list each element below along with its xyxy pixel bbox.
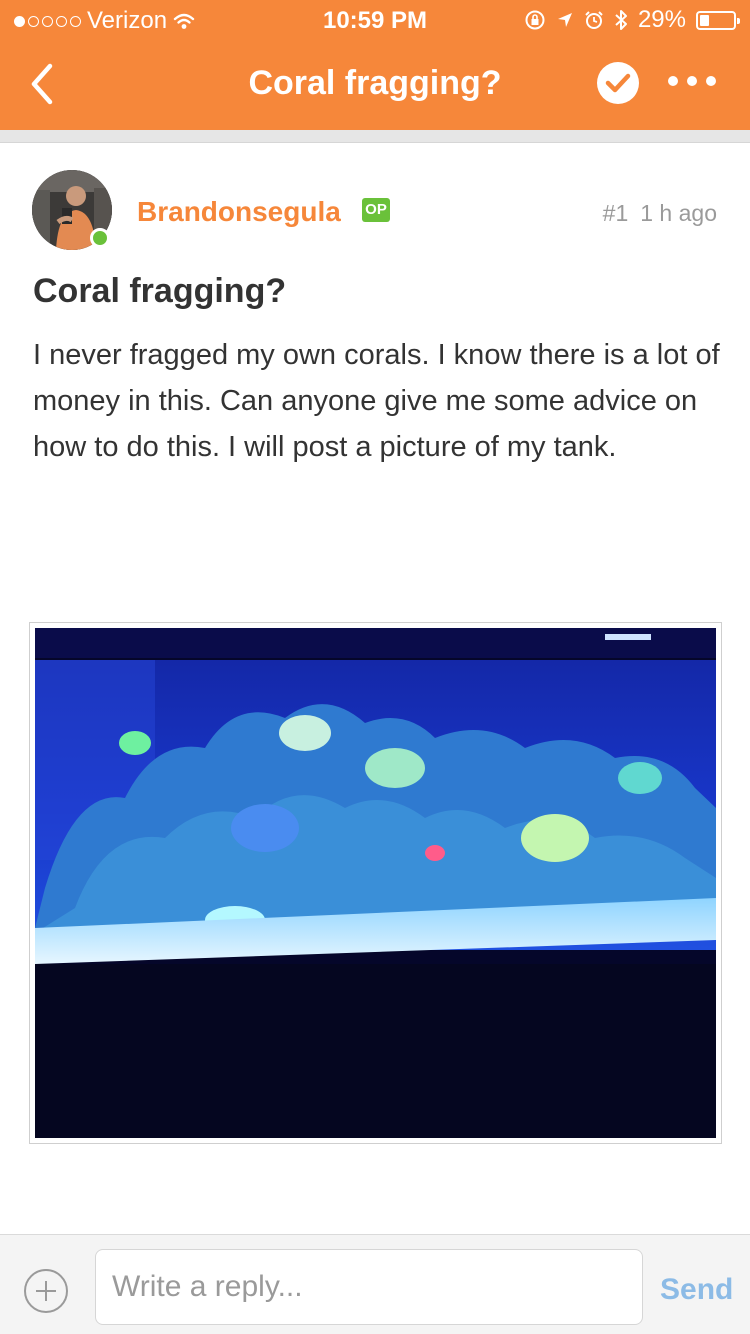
header-divider xyxy=(0,130,750,143)
add-attachment-button[interactable] xyxy=(24,1269,68,1313)
post-title: Coral fragging? xyxy=(33,272,287,310)
post-number: #1 xyxy=(602,200,629,226)
online-status-indicator xyxy=(90,228,110,248)
nav-bar: Coral fragging? xyxy=(0,40,750,130)
battery-icon xyxy=(696,10,740,30)
app-header: Verizon 10:59 PM 29% Coral fragging? xyxy=(0,0,750,130)
status-bar: Verizon 10:59 PM 29% xyxy=(0,0,750,40)
aquarium-photo xyxy=(35,628,716,1138)
location-icon xyxy=(557,13,572,27)
author-name[interactable]: Brandonsegula xyxy=(137,196,341,228)
reply-input[interactable] xyxy=(95,1249,643,1325)
battery-percent: 29% xyxy=(637,6,686,33)
post-time: 1 h ago xyxy=(640,200,717,226)
more-horizontal-icon xyxy=(668,76,678,86)
back-button[interactable] xyxy=(24,60,68,108)
check-circle-icon xyxy=(605,73,631,93)
reply-bar: Send xyxy=(0,1235,750,1334)
send-button[interactable]: Send xyxy=(660,1273,733,1307)
alarm-icon xyxy=(585,11,603,29)
orientation-lock-icon xyxy=(525,10,545,30)
chevron-left-icon xyxy=(31,63,53,105)
post-meta: #1 1 h ago xyxy=(603,200,717,227)
post-body: I never fragged my own corals. I know th… xyxy=(33,339,720,463)
page-title: Coral fragging? xyxy=(248,64,502,102)
post-image[interactable] xyxy=(29,622,722,1144)
status-icons: 29% xyxy=(524,6,740,34)
plus-circle-icon xyxy=(36,1281,56,1301)
op-badge: OP xyxy=(362,198,390,222)
mark-resolved-button[interactable] xyxy=(597,62,639,104)
more-options-button[interactable] xyxy=(668,76,716,86)
bluetooth-icon xyxy=(615,10,627,30)
